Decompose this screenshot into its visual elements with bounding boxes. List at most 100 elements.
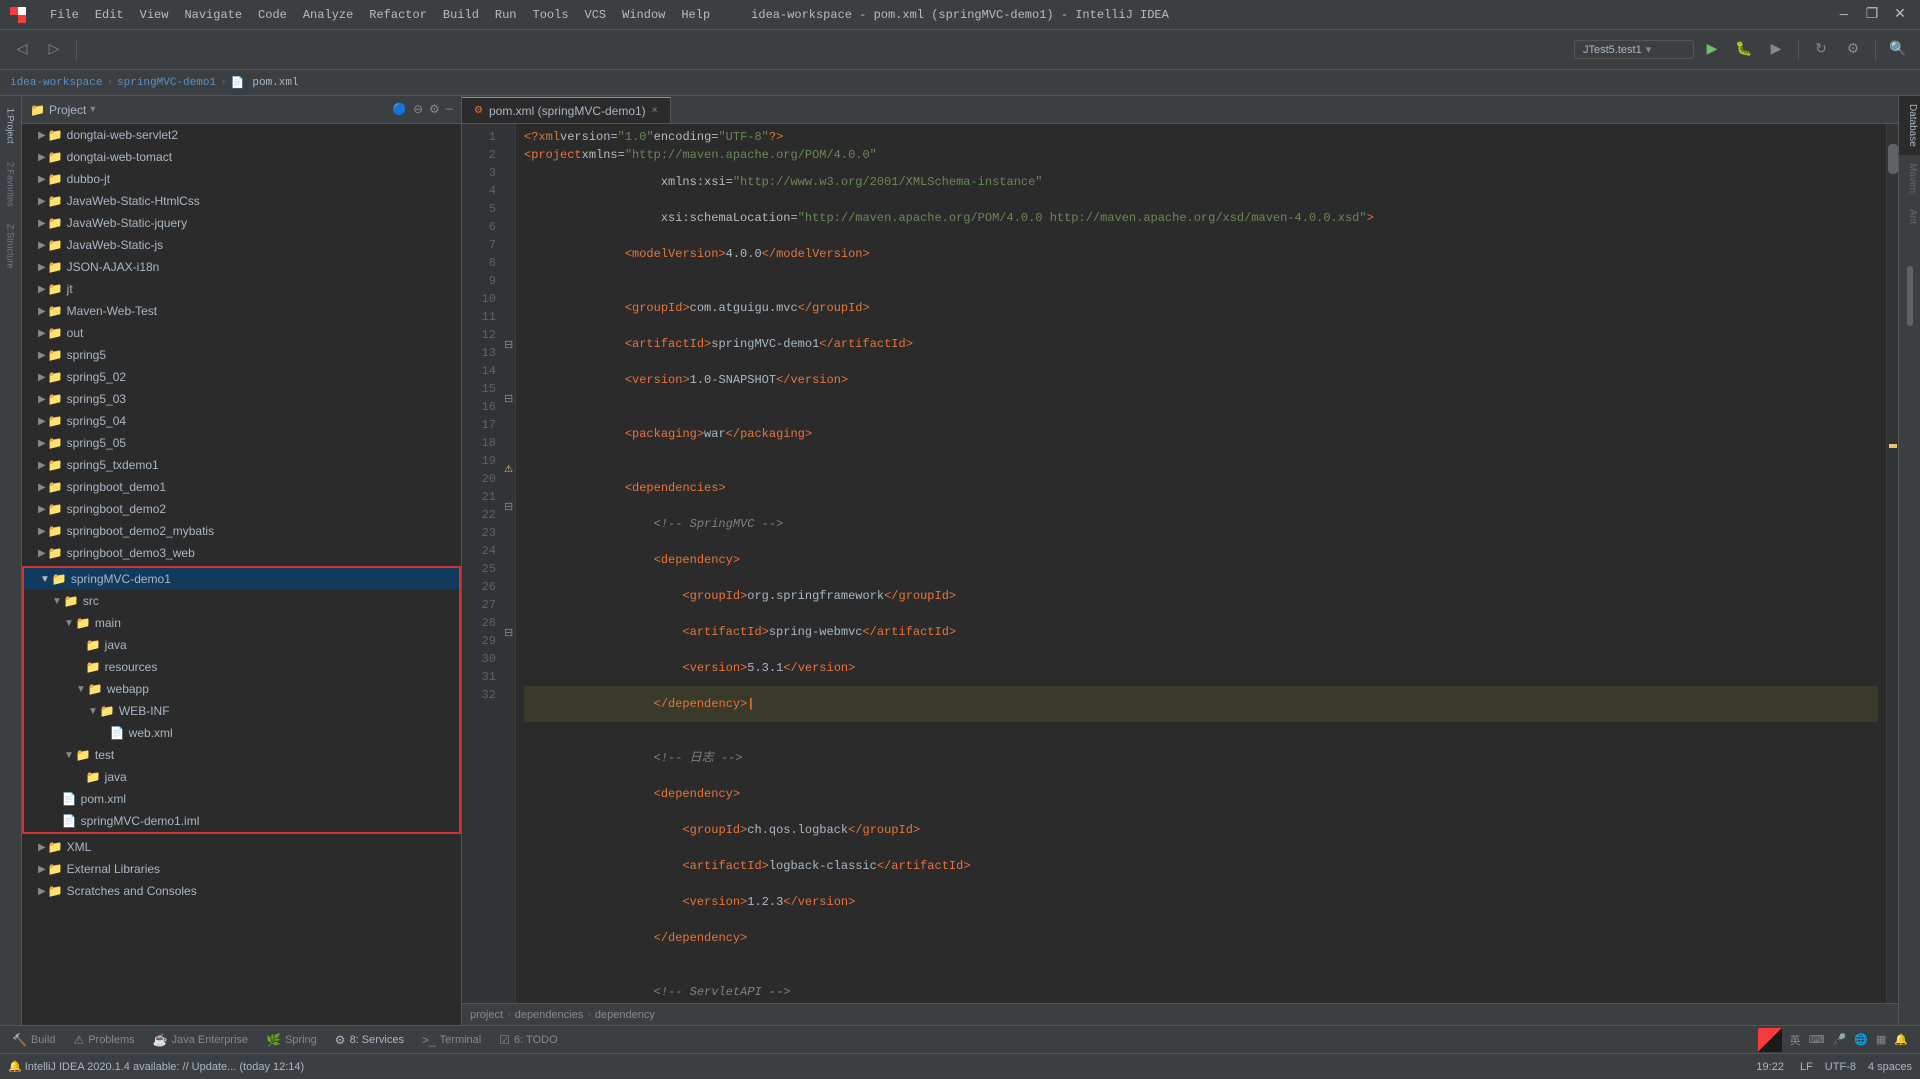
main-toolbar: ◁ ▷ JTest5.test1 ▾ ▶ 🐛 ▶ ↻ ⚙ 🔍	[0, 30, 1920, 70]
tree-item-ext-libs[interactable]: ▶ 📁 External Libraries	[22, 858, 461, 880]
tree-item-resources[interactable]: ▶ 📁 resources	[24, 656, 459, 678]
tree-item-spring5-05[interactable]: ▶ 📁 spring5_05	[22, 432, 461, 454]
tree-item-main[interactable]: ▼ 📁 main	[24, 612, 459, 634]
ant-sidebar-item[interactable]: Ant	[1899, 201, 1920, 232]
menu-code[interactable]: Code	[258, 8, 287, 22]
problems-button[interactable]: ⚠ Problems	[65, 1029, 142, 1051]
menu-vcs[interactable]: VCS	[585, 8, 607, 22]
tree-item-javaweb-js[interactable]: ▶ 📁 JavaWeb-Static-js	[22, 234, 461, 256]
folder-icon: 📁	[52, 572, 67, 586]
tree-item-springboot-demo2-mybatis[interactable]: ▶ 📁 springboot_demo2_mybatis	[22, 520, 461, 542]
debug-button[interactable]: 🐛	[1730, 36, 1758, 64]
tree-item-webinf[interactable]: ▼ 📁 WEB-INF	[24, 700, 459, 722]
toolbar-separator-1	[76, 40, 77, 60]
code-editor[interactable]: <?xml version="1.0" encoding="UTF-8"?> <…	[516, 124, 1886, 1003]
tree-item-spring5-txdemo1[interactable]: ▶ 📁 spring5_txdemo1	[22, 454, 461, 476]
maximize-button[interactable]: ❐	[1862, 6, 1882, 23]
tree-item-json-ajax[interactable]: ▶ 📁 JSON-AJAX-i18n	[22, 256, 461, 278]
sidebar-item-structure[interactable]: Z:Structure	[4, 216, 18, 277]
settings-button[interactable]: ⚙	[1839, 36, 1867, 64]
tree-item-xml[interactable]: ▶ 📁 XML	[22, 836, 461, 858]
spring-button[interactable]: 🌿 Spring	[258, 1029, 325, 1051]
java-enterprise-button[interactable]: ☕ Java Enterprise	[145, 1029, 256, 1051]
tree-item-webapp[interactable]: ▼ 📁 webapp	[24, 678, 459, 700]
scope-icon[interactable]: 🔵	[392, 102, 407, 117]
breadcrumb-workspace[interactable]: idea-workspace	[10, 77, 102, 89]
services-button[interactable]: ⚙ 8: Services	[327, 1029, 412, 1051]
tree-item-spring5-04[interactable]: ▶ 📁 spring5_04	[22, 410, 461, 432]
update-button[interactable]: ↻	[1807, 36, 1835, 64]
indent-indicator[interactable]: 4 spaces	[1868, 1061, 1912, 1073]
maven-sidebar-item[interactable]: Maven	[1899, 155, 1920, 201]
forward-button[interactable]: ▷	[40, 36, 68, 64]
tree-item-jt[interactable]: ▶ 📁 jt	[22, 278, 461, 300]
breadcrumb-project[interactable]: project	[470, 1009, 503, 1021]
tree-item-spring5[interactable]: ▶ 📁 spring5	[22, 344, 461, 366]
menu-edit[interactable]: Edit	[95, 8, 124, 22]
tree-item-springboot-demo2[interactable]: ▶ 📁 springboot_demo2	[22, 498, 461, 520]
tab-close-button[interactable]: ×	[652, 105, 658, 116]
menu-build[interactable]: Build	[443, 8, 479, 22]
tree-item-dongtai-servlet2[interactable]: ▶ 📁 dongtai-web-servlet2	[22, 124, 461, 146]
tree-item-dubbo[interactable]: ▶ 📁 dubbo-jt	[22, 168, 461, 190]
tree-item-javaweb-jquery[interactable]: ▶ 📁 JavaWeb-Static-jquery	[22, 212, 461, 234]
coverage-button[interactable]: ▶	[1762, 36, 1790, 64]
folder-icon: 📁	[88, 682, 103, 696]
breadcrumb-dependency[interactable]: dependency	[595, 1009, 655, 1021]
build-button[interactable]: 🔨 Build	[4, 1029, 63, 1051]
menu-run[interactable]: Run	[495, 8, 517, 22]
search-button[interactable]: 🔍	[1884, 36, 1912, 64]
sidebar-item-favorites[interactable]: 2:Favorites	[4, 154, 18, 215]
sidebar-item-project[interactable]: 1:Project	[4, 100, 18, 152]
tree-item-spring5-02[interactable]: ▶ 📁 spring5_02	[22, 366, 461, 388]
lang-indicator[interactable]: 英	[1790, 1032, 1801, 1048]
tree-item-webxml[interactable]: ▶ 📄 web.xml	[24, 722, 459, 744]
menu-help[interactable]: Help	[681, 8, 710, 22]
tree-item-iml[interactable]: ▶ 📄 springMVC-demo1.iml	[24, 810, 459, 832]
breadcrumb-dependencies[interactable]: dependencies	[515, 1009, 584, 1021]
menu-file[interactable]: File	[50, 8, 79, 22]
fold-marker-22[interactable]: ⊟	[504, 500, 513, 514]
tree-item-javaweb-htmlcss[interactable]: ▶ 📁 JavaWeb-Static-HtmlCss	[22, 190, 461, 212]
menu-navigate[interactable]: Navigate	[184, 8, 242, 22]
tree-item-test-java[interactable]: ▶ 📁 java	[24, 766, 459, 788]
encoding-indicator[interactable]: UTF-8	[1825, 1061, 1856, 1073]
tree-item-pom-xml[interactable]: ▶ 📄 pom.xml	[24, 788, 459, 810]
menu-analyze[interactable]: Analyze	[303, 8, 353, 22]
tree-item-src[interactable]: ▼ 📁 src	[24, 590, 459, 612]
menu-view[interactable]: View	[140, 8, 169, 22]
hide-icon[interactable]: —	[446, 102, 453, 117]
line-separator[interactable]: LF	[1800, 1061, 1813, 1073]
fold-marker-29[interactable]: ⊟	[504, 626, 513, 640]
fold-marker-13[interactable]: ⊟	[504, 338, 513, 352]
editor-scrollbar[interactable]	[1886, 124, 1898, 1003]
breadcrumb-file[interactable]: pom.xml	[252, 77, 298, 89]
database-sidebar-item[interactable]: Database	[1899, 96, 1920, 155]
menu-refactor[interactable]: Refactor	[369, 8, 427, 22]
settings-icon[interactable]: ⚙	[429, 102, 440, 117]
minimize-button[interactable]: —	[1834, 7, 1854, 23]
run-button[interactable]: ▶	[1698, 36, 1726, 64]
tree-item-maven-web[interactable]: ▶ 📁 Maven-Web-Test	[22, 300, 461, 322]
run-configuration[interactable]: JTest5.test1 ▾	[1574, 40, 1694, 59]
tree-item-springmvc-demo1[interactable]: ▼ 📁 springMVC-demo1	[24, 568, 459, 590]
tree-item-out[interactable]: ▶ 📁 out	[22, 322, 461, 344]
fold-marker-15[interactable]: ⊟	[504, 392, 513, 406]
close-button[interactable]: ✕	[1890, 6, 1910, 23]
collapse-all-icon[interactable]: ⊖	[413, 102, 423, 117]
todo-button[interactable]: ☑ 6: TODO	[491, 1029, 565, 1051]
editor-content[interactable]: 12345 678910 1112131415 1617181920 21222…	[462, 124, 1898, 1003]
tree-item-test[interactable]: ▼ 📁 test	[24, 744, 459, 766]
menu-window[interactable]: Window	[622, 8, 665, 22]
tree-item-dongtai-tomact[interactable]: ▶ 📁 dongtai-web-tomact	[22, 146, 461, 168]
tree-item-springboot-demo1[interactable]: ▶ 📁 springboot_demo1	[22, 476, 461, 498]
active-editor-tab[interactable]: ⚙ pom.xml (springMVC-demo1) ×	[462, 97, 671, 123]
terminal-button[interactable]: >_ Terminal	[414, 1029, 489, 1051]
breadcrumb-project[interactable]: springMVC-demo1	[117, 77, 216, 89]
tree-item-spring5-03[interactable]: ▶ 📁 spring5_03	[22, 388, 461, 410]
back-button[interactable]: ◁	[8, 36, 36, 64]
tree-item-java[interactable]: ▶ 📁 java	[24, 634, 459, 656]
menu-tools[interactable]: Tools	[533, 8, 569, 22]
tree-item-scratches[interactable]: ▶ 📁 Scratches and Consoles	[22, 880, 461, 902]
tree-item-springboot-demo3-web[interactable]: ▶ 📁 springboot_demo3_web	[22, 542, 461, 564]
